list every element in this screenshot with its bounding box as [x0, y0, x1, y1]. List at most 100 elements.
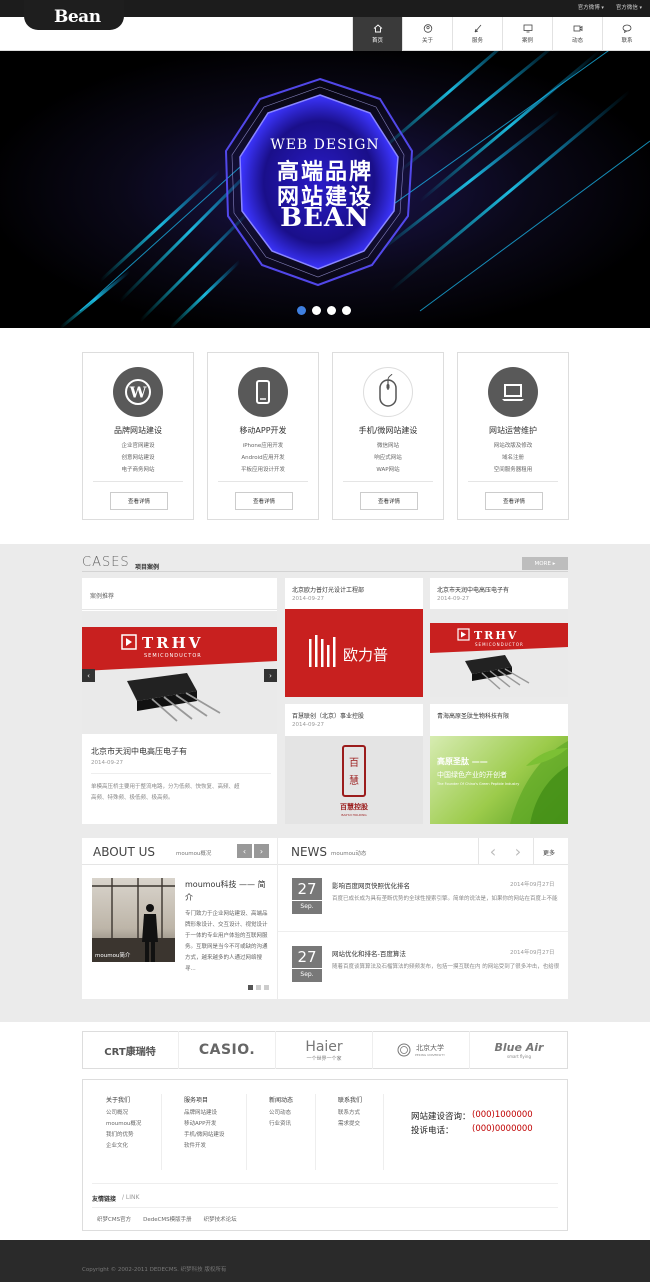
prev-arrow[interactable]: ‹: [82, 669, 95, 682]
more-button[interactable]: MORE ▸: [522, 557, 568, 570]
detail-button[interactable]: 查看详情: [110, 492, 168, 510]
baihui-text: 百慧控股: [340, 802, 369, 811]
more-label: MORE: [534, 560, 551, 567]
news-more-link[interactable]: 更多: [543, 848, 555, 857]
footer-link[interactable]: 需求提交: [338, 1119, 360, 1130]
chat-icon: [622, 24, 632, 33]
date-badge: 27 Sep.: [292, 946, 322, 982]
brand-logo[interactable]: Haier 一个世界一个家: [276, 1031, 373, 1069]
slider-dot[interactable]: [342, 306, 351, 315]
footer-link[interactable]: 公司概况: [106, 1108, 141, 1119]
footer-link[interactable]: 行业资讯: [269, 1119, 291, 1130]
detail-button[interactable]: 查看详情: [235, 492, 293, 510]
pku-emblem-icon: [397, 1043, 411, 1057]
case-tile[interactable]: 北京市天润中电高压电子有 2014-09-27 TRHV SEMICONDUCT…: [430, 578, 568, 697]
oulipu-text: 欧力普: [343, 646, 388, 664]
footer-link[interactable]: 软件开发: [184, 1141, 224, 1152]
case-tile[interactable]: 青海高原圣肽生物科技有限 高原圣肽 —— 中国绿色产业的开创者 The Foun…: [430, 704, 568, 824]
news-panel: NEWS moumou动态 ‹ › 更多 27 Sep. 影响百度网页快照优化排…: [278, 838, 568, 999]
prev-arrow[interactable]: ‹: [237, 844, 252, 858]
footer-link[interactable]: moumou概况: [106, 1119, 141, 1130]
detail-button[interactable]: 查看详情: [360, 492, 418, 510]
featured-title[interactable]: 北京市天润中电高压电子有: [91, 746, 187, 757]
service-title: 手机/微网站建设: [358, 426, 418, 435]
brand-logo[interactable]: Blue Air smart flying: [470, 1031, 568, 1069]
featured-case[interactable]: 案例推荐 TRHV SEMICONDUCTOR ‹ › 北京市天润中电高压电子有…: [82, 578, 277, 824]
slider-dot[interactable]: [327, 306, 336, 315]
divider: [92, 1207, 558, 1208]
brand-logo[interactable]: CASIO.: [179, 1031, 276, 1069]
nav-label: 服务: [471, 38, 483, 44]
next-arrow[interactable]: ›: [264, 669, 277, 682]
case-tile[interactable]: 百慧联创（北京）事业控股 2014-09-27 百 慧 百慧控股 BAIHUI …: [285, 704, 423, 824]
detail-button[interactable]: 查看详情: [485, 492, 543, 510]
footer-link[interactable]: 移动APP开发: [184, 1119, 224, 1130]
top-links: 官方微博 官方微信: [578, 3, 642, 11]
news-item-title[interactable]: 影响百度网页快照优化排名: [332, 880, 410, 890]
nav-label: 案例: [521, 38, 533, 44]
case-image: 欧力普: [285, 609, 423, 697]
trhv-product-image: TRHV SEMICONDUCTOR: [430, 623, 568, 690]
footer-link[interactable]: 手机/微网站建设: [184, 1130, 224, 1141]
brand-logo[interactable]: CRT康瑞特: [82, 1031, 179, 1069]
hero-banner: WEB DESIGN 高端品牌 网站建设 BEAN: [0, 51, 650, 328]
divider: [82, 864, 277, 865]
brand-name: CASIO.: [198, 1042, 256, 1058]
weibo-link[interactable]: 官方微博: [578, 3, 604, 11]
cases-subtitle: 项目案例: [135, 564, 160, 571]
nav-about[interactable]: 关于: [402, 17, 452, 51]
wechat-link[interactable]: 官方微信: [616, 3, 642, 11]
brand-name: Blue Air: [494, 1041, 544, 1054]
pager-dot[interactable]: [248, 985, 253, 990]
pager-dot[interactable]: [264, 985, 269, 990]
footer-col-links: 公司概况 moumou概况 我们的优势 企业文化: [106, 1108, 141, 1152]
news-title: NEWS: [291, 845, 328, 859]
footer-link[interactable]: 企业文化: [106, 1141, 141, 1152]
date-day: 27: [292, 878, 322, 901]
logo[interactable]: Bean: [54, 7, 101, 27]
slider-dot[interactable]: [312, 306, 321, 315]
case-date: 2014-09-27: [292, 596, 324, 602]
service-item: 网站改版及修改: [493, 443, 533, 449]
service-title: 网站运营维护: [489, 426, 537, 435]
nav-home[interactable]: 首页: [352, 17, 402, 51]
prev-arrow[interactable]: ‹: [483, 841, 503, 861]
brand-name: 北京大学: [415, 1044, 444, 1052]
svg-text:慧: 慧: [349, 774, 359, 787]
footer-link[interactable]: 公司动态: [269, 1108, 291, 1119]
divider: [218, 481, 308, 482]
nav-service[interactable]: 服务: [452, 17, 502, 51]
friend-link[interactable]: 织梦技术论坛: [204, 1215, 237, 1226]
service-item: 创意网站建设: [121, 455, 155, 461]
friend-link[interactable]: 织梦CMS官方: [97, 1215, 131, 1226]
brand-sub: smart flying: [507, 1054, 531, 1059]
brand-logo[interactable]: 北京大学 PEKING UNIVERSITY: [373, 1031, 470, 1069]
footer-link[interactable]: 联系方式: [338, 1108, 360, 1119]
trhv-product-image: TRHV SEMICONDUCTOR: [82, 627, 277, 722]
divider: [82, 609, 277, 610]
news-item-desc: 随着百度谈算算法及石榴算法的频频发布，包括一摸互联在内 的网站受到了很多冲击，也…: [332, 964, 560, 970]
featured-date: 2014-09-27: [91, 760, 123, 766]
case-tile[interactable]: 北京欧力普灯光设计工程部 2014-09-27 欧力普: [285, 578, 423, 697]
nav-contact[interactable]: 联系: [602, 17, 650, 51]
next-arrow[interactable]: ›: [254, 844, 269, 858]
featured-image: TRHV SEMICONDUCTOR: [82, 611, 277, 734]
gaoyuan-tagline-en: The Founder Of China's Green Peptide Ind…: [437, 782, 520, 786]
footer-box: 关于我们 公司概况 moumou概况 我们的优势 企业文化 服务项目 品牌网站建…: [82, 1079, 568, 1231]
nav-cases[interactable]: 案例: [502, 17, 552, 51]
service-item: 企业官网建设: [121, 443, 155, 449]
news-subtitle: moumou动态: [331, 851, 367, 857]
wordpress-icon: W: [113, 367, 163, 417]
footer-link[interactable]: 我们的优势: [106, 1130, 141, 1141]
complain-label: 投诉电话：: [411, 1126, 454, 1136]
nav-news[interactable]: 动态: [552, 17, 602, 51]
trhv-sub: SEMICONDUCTOR: [475, 642, 524, 647]
slider-dot[interactable]: [297, 306, 306, 315]
footer-link[interactable]: 品牌网站建设: [184, 1108, 224, 1119]
about-title: ABOUT US: [93, 845, 156, 859]
pager-dot[interactable]: [256, 985, 261, 990]
news-item-title[interactable]: 网站优化和排名-百度算法: [332, 948, 406, 958]
friend-link[interactable]: DedeCMS模版手册: [143, 1215, 192, 1226]
next-arrow[interactable]: ›: [508, 841, 528, 861]
baihui-en: BAIHUI HOLDING: [341, 813, 367, 817]
